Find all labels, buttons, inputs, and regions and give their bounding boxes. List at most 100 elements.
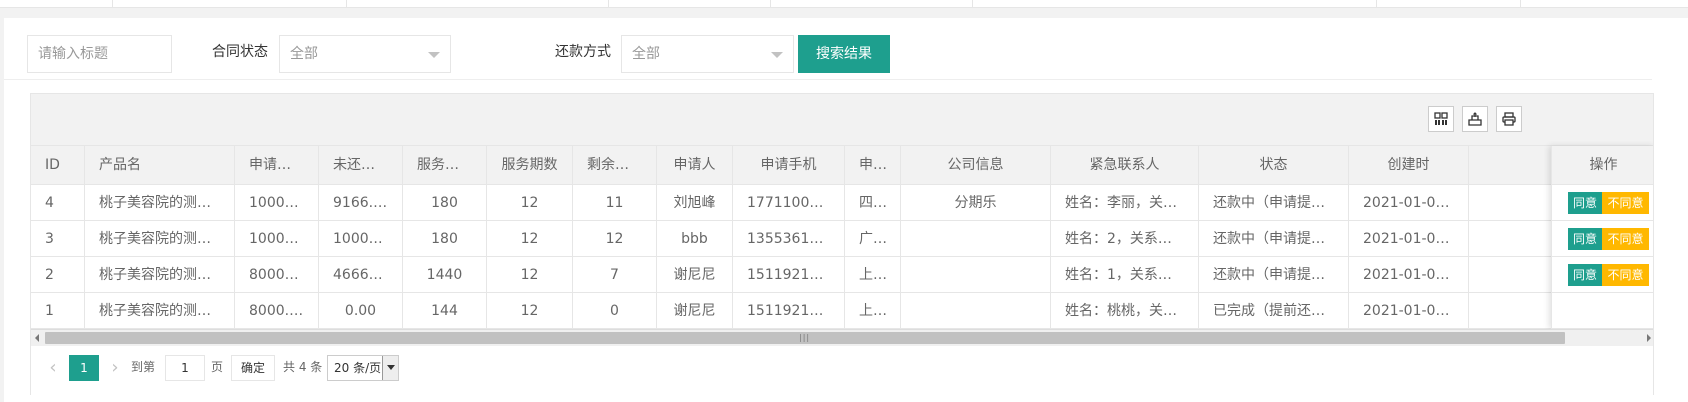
page-unit-label: 页 [211, 360, 224, 374]
ops-row: 同意 不同意 [1552, 185, 1653, 221]
table-cell: 广… [845, 221, 901, 257]
table-cell: 四… [845, 185, 901, 221]
table-cell: 分期乐 [901, 185, 1051, 221]
agree-button[interactable]: 同意 [1568, 228, 1602, 250]
column-header[interactable]: 创建时 [1349, 146, 1469, 185]
column-header[interactable]: 申请人 [657, 146, 733, 185]
table-cell: 0 [573, 293, 657, 329]
table-cell: 12 [487, 257, 573, 293]
top-tab-strip [0, 0, 1688, 8]
column-header[interactable]: 服务费/月 [403, 146, 487, 185]
table-cell: 17711000019 [733, 185, 845, 221]
table-row[interactable]: 2 桃子美容院的测试… 80000.00 46666.65 1440 12 7 谢尼尼 1511… [31, 257, 1653, 293]
goto-page-input[interactable]: 1 [165, 355, 205, 381]
column-header[interactable]: 未还金额 [319, 146, 403, 185]
table-cell: 180 [403, 185, 487, 221]
ops-column: 操作 同意 不同意 同意 不同意 同意 不同意 [1551, 146, 1653, 329]
table-cell: 12 [487, 185, 573, 221]
table-cell: 2021-01-07 1 [1349, 221, 1469, 257]
table-cell [901, 293, 1051, 329]
table-cell: 10000.00 [235, 221, 319, 257]
ops-header: 操作 [1552, 146, 1653, 185]
column-header[interactable]: 申请手机 [733, 146, 845, 185]
scroll-left-icon[interactable] [35, 334, 39, 342]
table-cell: 姓名：2，关系：2… [1051, 221, 1199, 257]
ops-row [1552, 293, 1653, 329]
chevron-down-icon [771, 52, 783, 58]
search-bar: 请输入标题 合同状态 全部 还款方式 全部 搜索结果 [4, 18, 1652, 80]
title-search-input[interactable]: 请输入标题 [27, 35, 172, 73]
table-cell [901, 221, 1051, 257]
table-cell: 0.00 [319, 293, 403, 329]
ops-row: 同意 不同意 [1552, 221, 1653, 257]
table-cell: 姓名：1，关系：1… [1051, 257, 1199, 293]
contract-status-label: 合同状态 [212, 44, 268, 60]
table-cell [901, 257, 1051, 293]
column-header[interactable]: 申… [845, 146, 901, 185]
table-cell: 2021-01-06 1 [1349, 257, 1469, 293]
table-cell: 13553613860 [733, 221, 845, 257]
contract-status-value: 全部 [290, 46, 318, 62]
ops-row: 同意 不同意 [1552, 257, 1653, 293]
table-cell: 7 [573, 257, 657, 293]
table-cell: 姓名：李丽，关系… [1051, 185, 1199, 221]
contract-status-select[interactable]: 全部 [279, 35, 451, 73]
repay-method-label: 还款方式 [555, 44, 611, 60]
column-header[interactable]: 公司信息 [901, 146, 1051, 185]
column-header[interactable]: 申请金额 [235, 146, 319, 185]
columns-icon[interactable] [1428, 106, 1454, 132]
column-header[interactable]: 状态 [1199, 146, 1349, 185]
table-cell: 180 [403, 221, 487, 257]
table-cell: 2 [31, 257, 85, 293]
horizontal-scrollbar[interactable]: ||| [31, 329, 1653, 346]
search-button[interactable]: 搜索结果 [798, 35, 890, 73]
grip-icon: ||| [799, 333, 811, 342]
table-cell: 还款中（申请提前… [1199, 221, 1349, 257]
page-size-value: 20 条/页 [334, 361, 382, 375]
data-table: ID 产品名 申请金额 未还金额 服务费/月 服务期数 剩余期数 申请人 申请手机 申… 公司信息紧… [30, 93, 1654, 395]
table-cell: 12 [487, 293, 573, 329]
table-cell: 谢尼尼 [657, 257, 733, 293]
column-header[interactable]: 产品名 [85, 146, 235, 185]
table-toolbar [31, 94, 1653, 146]
main-panel: 请输入标题 合同状态 全部 还款方式 全部 搜索结果 ID 产品名 申请金额 未还金额… [4, 18, 1688, 402]
column-header[interactable]: 服务期数 [487, 146, 573, 185]
table-cell: 15119219432 [733, 293, 845, 329]
table-cell: 1 [31, 293, 85, 329]
table-cell: 桃子美容院的测试… [85, 221, 235, 257]
disagree-button[interactable]: 不同意 [1602, 192, 1649, 214]
disagree-button[interactable]: 不同意 [1602, 264, 1649, 286]
print-icon[interactable] [1496, 106, 1522, 132]
total-count: 共 4 条 [283, 360, 323, 374]
table-cell: 2021-01-06 1 [1349, 293, 1469, 329]
table-cell: 46666.65 [319, 257, 403, 293]
column-header[interactable]: 剩余期数 [573, 146, 657, 185]
table-cell: 上… [845, 293, 901, 329]
disagree-button[interactable]: 不同意 [1602, 228, 1649, 250]
repay-method-select[interactable]: 全部 [621, 35, 794, 73]
table-cell: 80000.00 [235, 257, 319, 293]
chevron-down-icon [382, 356, 398, 380]
scroll-right-icon[interactable] [1647, 334, 1651, 342]
next-page-icon[interactable]: › [105, 355, 125, 381]
table-row[interactable]: 1 桃子美容院的测试… 8000.00 0.00 144 12 0 谢尼尼 1511921943… [31, 293, 1653, 329]
agree-button[interactable]: 同意 [1568, 264, 1602, 286]
table-cell: 谢尼尼 [657, 293, 733, 329]
table-cell: bbb [657, 221, 733, 257]
table-cell: 还款中（申请提前… [1199, 257, 1349, 293]
export-icon[interactable] [1462, 106, 1488, 132]
table-cell: 还款中（申请提前… [1199, 185, 1349, 221]
table-cell: 2021-01-09 ( [1349, 185, 1469, 221]
table-row[interactable]: 3 桃子美容院的测试… 10000.00 10000.00 180 12 12 bbb 1355… [31, 221, 1653, 257]
agree-button[interactable]: 同意 [1568, 192, 1602, 214]
column-header[interactable]: ID [31, 146, 85, 185]
pagination: ‹ 1 › 到第 1 页 确定 共 4 条 20 条/页 [31, 346, 1653, 385]
page-size-select[interactable]: 20 条/页 [327, 355, 399, 381]
confirm-button[interactable]: 确定 [231, 355, 275, 381]
table-cell: 4 [31, 185, 85, 221]
table-row[interactable]: 4 桃子美容院的测试… 10000.00 9166.66 180 12 11 刘旭峰 17711… [31, 185, 1653, 221]
column-header[interactable]: 紧急联系人 [1051, 146, 1199, 185]
table-cell: 8000.00 [235, 293, 319, 329]
prev-page-icon[interactable]: ‹ [43, 355, 63, 381]
current-page[interactable]: 1 [69, 355, 99, 381]
